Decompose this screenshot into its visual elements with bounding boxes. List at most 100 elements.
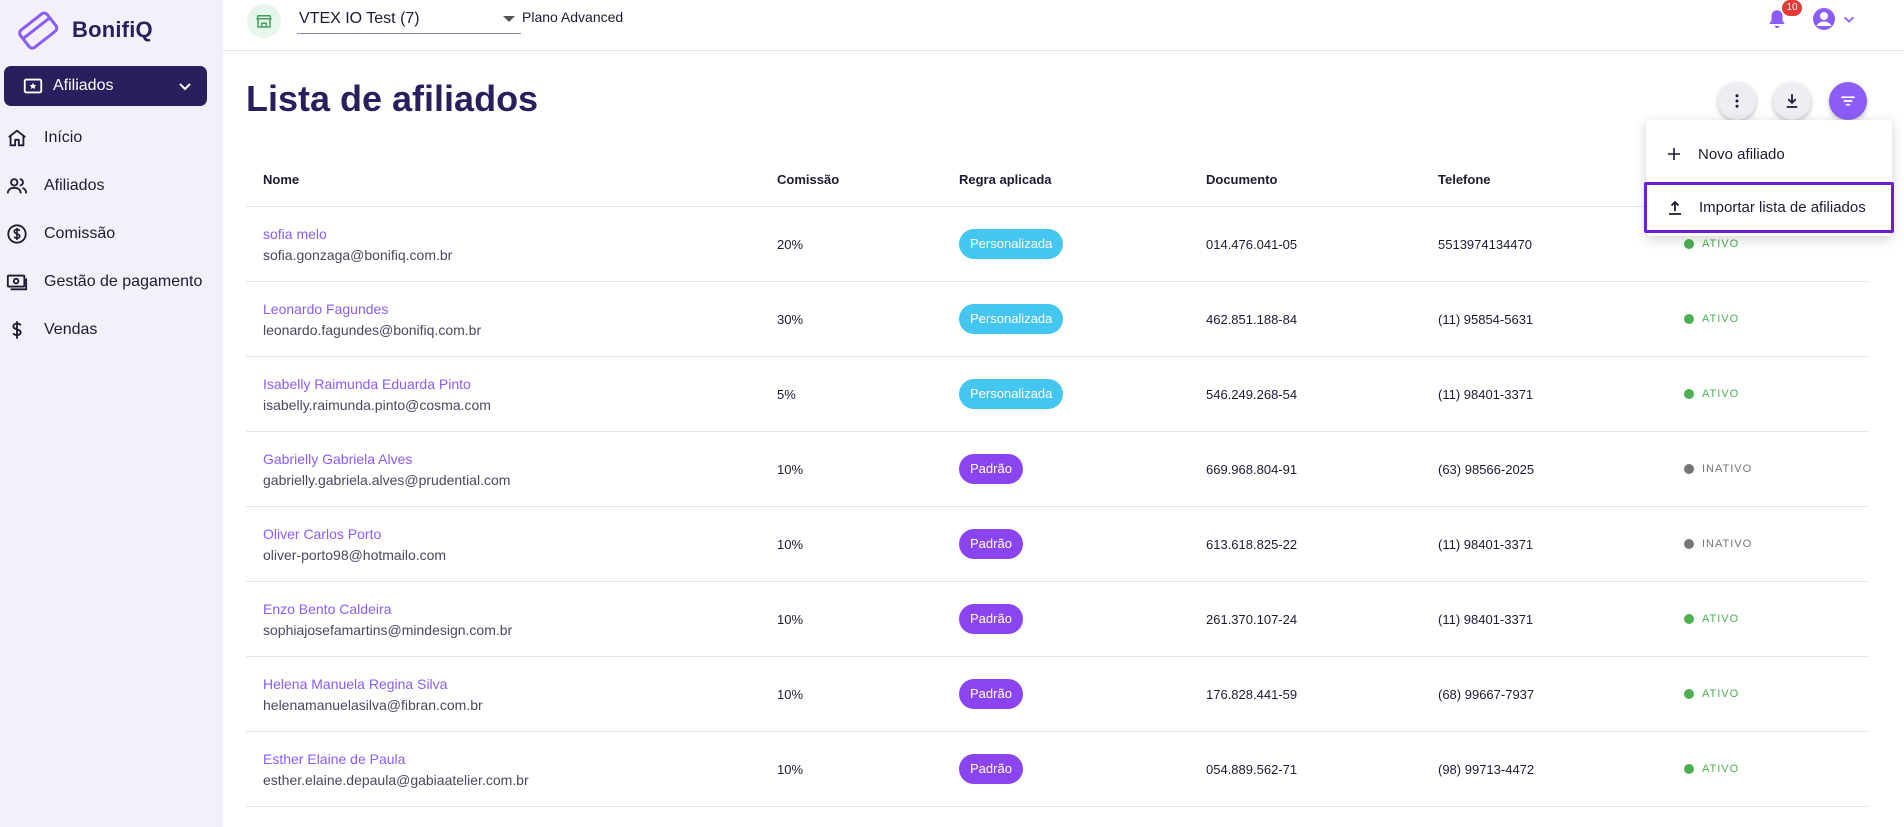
sidebar-item-gestao-pagamento[interactable]: Gestão de pagamento xyxy=(0,258,223,306)
plan-label: Plano Advanced xyxy=(522,9,624,25)
rule-badge: Personalizada xyxy=(959,379,1064,409)
cell-commission: 30% xyxy=(777,311,804,327)
cell-document: 462.851.188-84 xyxy=(1206,311,1298,327)
table-body: sofia melo sofia.gonzaga@bonifiq.com.br 20… xyxy=(246,207,1869,807)
sidebar-item-inicio[interactable]: Início xyxy=(0,114,223,162)
more-options-button[interactable] xyxy=(1718,82,1756,120)
status-dot-icon xyxy=(1684,314,1694,324)
sidebar-item-comissao[interactable]: Comissão xyxy=(0,210,223,258)
menu-item-import-list[interactable]: Importar lista de afiliados xyxy=(1644,182,1894,233)
cell-name: sofia melo sofia.gonzaga@bonifiq.com.br xyxy=(246,226,777,263)
sidebar-item-label: Vendas xyxy=(44,321,98,338)
affiliate-name-link[interactable]: Isabelly Raimunda Eduarda Pinto xyxy=(263,376,777,392)
table-row[interactable]: Esther Elaine de Paula esther.elaine.depa… xyxy=(246,732,1869,807)
filter-button[interactable] xyxy=(1829,82,1867,120)
sidebar: BonifiQ Afiliados Início Afiliados Comis… xyxy=(0,0,223,827)
cell-status: INATIVO xyxy=(1684,463,1869,475)
status-dot-icon xyxy=(1684,689,1694,699)
affiliate-email: gabrielly.gabriela.alves@prudential.com xyxy=(263,471,511,488)
cash-icon xyxy=(6,274,28,291)
column-header-rule[interactable]: Regra aplicada xyxy=(959,172,1206,187)
cell-phone: (68) 99667-7937 xyxy=(1438,686,1535,702)
nav-section-label: Afiliados xyxy=(53,77,114,94)
affiliate-email: sofia.gonzaga@bonifiq.com.br xyxy=(263,246,453,263)
cell-rule: Padrão xyxy=(959,679,1206,709)
status-badge: ATIVO xyxy=(1684,238,1869,250)
affiliate-email: isabelly.raimunda.pinto@cosma.com xyxy=(263,396,491,413)
cell-name: Helena Manuela Regina Silva helenamanuela… xyxy=(246,676,777,713)
cell-phone: 5513974134470 xyxy=(1438,236,1532,252)
status-label: ATIVO xyxy=(1702,388,1740,400)
status-dot-icon xyxy=(1684,614,1694,624)
table-row[interactable]: Isabelly Raimunda Eduarda Pinto isabelly.… xyxy=(246,357,1869,432)
cell-rule: Padrão xyxy=(959,454,1206,484)
table-row[interactable]: Oliver Carlos Porto oliver-porto98@hotmai… xyxy=(246,507,1869,582)
cell-commission: 10% xyxy=(777,611,804,627)
rule-badge: Padrão xyxy=(959,529,1023,559)
column-header-commission[interactable]: Comissão xyxy=(777,172,959,187)
table-row[interactable]: Leonardo Fagundes leonardo.fagundes@bonif… xyxy=(246,282,1869,357)
cell-document: 613.618.825-22 xyxy=(1206,536,1298,552)
affiliate-email: leonardo.fagundes@bonifiq.com.br xyxy=(263,321,482,338)
download-button[interactable] xyxy=(1773,82,1811,120)
cell-rule: Padrão xyxy=(959,604,1206,634)
cell-name: Enzo Bento Caldeira sophiajosefamartins@m… xyxy=(246,601,777,638)
table-row[interactable]: Helena Manuela Regina Silva helenamanuela… xyxy=(246,657,1869,732)
cell-phone: (11) 98401-3371 xyxy=(1438,536,1534,552)
cell-phone: (98) 99713-4472 xyxy=(1438,761,1535,777)
status-badge: ATIVO xyxy=(1684,613,1869,625)
sidebar-item-afiliados[interactable]: Afiliados xyxy=(0,162,223,210)
affiliate-name-link[interactable]: Gabrielly Gabriela Alves xyxy=(263,451,777,467)
dollar-circle-icon xyxy=(7,224,27,244)
bonifiq-logo-icon xyxy=(18,11,59,50)
menu-item-label: Novo afiliado xyxy=(1698,145,1785,163)
ticket-icon xyxy=(23,78,43,94)
store-select[interactable]: VTEX IO Test (7) xyxy=(297,4,521,34)
affiliate-email: sophiajosefamartins@mindesign.com.br xyxy=(263,621,513,638)
account-menu[interactable] xyxy=(1812,7,1856,31)
cell-status: ATIVO xyxy=(1684,238,1869,250)
cell-rule: Personalizada xyxy=(959,379,1206,409)
brand-logo[interactable]: BonifiQ xyxy=(12,8,153,52)
affiliate-name-link[interactable]: Esther Elaine de Paula xyxy=(263,751,777,767)
cell-document: 261.370.107-24 xyxy=(1206,611,1298,627)
sidebar-item-vendas[interactable]: Vendas xyxy=(0,306,223,354)
cell-name: Isabelly Raimunda Eduarda Pinto isabelly.… xyxy=(246,376,777,413)
filter-icon xyxy=(1841,96,1855,106)
status-badge: ATIVO xyxy=(1684,313,1869,325)
status-label: ATIVO xyxy=(1702,313,1740,325)
nav-section-affiliates[interactable]: Afiliados xyxy=(4,66,207,106)
chevron-down-icon xyxy=(179,83,191,91)
affiliates-table: Nome Comissão Regra aplicada Documento T… xyxy=(246,153,1869,807)
more-vertical-icon xyxy=(1735,94,1739,108)
column-header-document[interactable]: Documento xyxy=(1206,172,1438,187)
status-badge: INATIVO xyxy=(1684,538,1869,550)
column-header-name[interactable]: Nome xyxy=(246,172,777,187)
cell-status: ATIVO xyxy=(1684,763,1869,775)
cell-phone: (11) 95854-5631 xyxy=(1438,311,1534,327)
affiliate-email: esther.elaine.depaula@gabiaatelier.com.b… xyxy=(263,771,529,788)
status-badge: ATIVO xyxy=(1684,763,1869,775)
cell-status: INATIVO xyxy=(1684,538,1869,550)
store-icon xyxy=(247,4,281,38)
cell-name: Oliver Carlos Porto oliver-porto98@hotmai… xyxy=(246,526,777,563)
affiliate-email: oliver-porto98@hotmailo.com xyxy=(263,546,447,563)
affiliate-name-link[interactable]: sofia melo xyxy=(263,226,777,242)
affiliate-name-link[interactable]: Oliver Carlos Porto xyxy=(263,526,777,542)
table-row[interactable]: Gabrielly Gabriela Alves gabrielly.gabrie… xyxy=(246,432,1869,507)
page-title: Lista de afiliados xyxy=(246,78,539,119)
table-row[interactable]: sofia melo sofia.gonzaga@bonifiq.com.br 20… xyxy=(246,207,1869,282)
cell-rule: Padrão xyxy=(959,529,1206,559)
sidebar-item-label: Afiliados xyxy=(44,177,105,194)
status-dot-icon xyxy=(1684,764,1694,774)
menu-item-new-affiliate[interactable]: Novo afiliado xyxy=(1646,130,1892,178)
affiliate-name-link[interactable]: Enzo Bento Caldeira xyxy=(263,601,777,617)
cell-document: 054.889.562-71 xyxy=(1206,761,1298,777)
affiliate-name-link[interactable]: Helena Manuela Regina Silva xyxy=(263,676,777,692)
cell-name: Gabrielly Gabriela Alves gabrielly.gabrie… xyxy=(246,451,777,488)
topbar: VTEX IO Test (7) Plano Advanced 10 xyxy=(223,0,1904,51)
table-row[interactable]: Enzo Bento Caldeira sophiajosefamartins@m… xyxy=(246,582,1869,657)
plus-icon xyxy=(1668,148,1680,160)
affiliate-name-link[interactable]: Leonardo Fagundes xyxy=(263,301,777,317)
cell-status: ATIVO xyxy=(1684,313,1869,325)
